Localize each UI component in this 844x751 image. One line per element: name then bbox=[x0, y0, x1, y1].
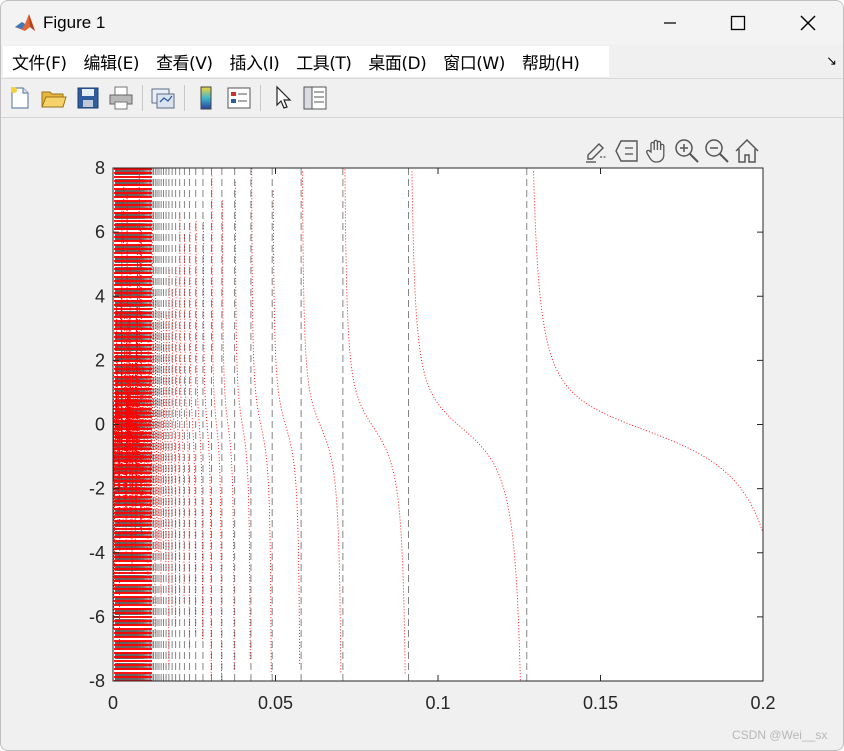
x-tick-label: 0.1 bbox=[425, 693, 450, 713]
x-tick-label: 0.2 bbox=[750, 693, 775, 713]
y-tick-label: -2 bbox=[89, 479, 105, 499]
y-tick-label: 4 bbox=[95, 286, 105, 306]
x-tick-label: 0 bbox=[108, 693, 118, 713]
figure-window: Figure 1 文件(F) 编辑(E) 查看(V) 插入(I) 工具(T) 桌… bbox=[0, 0, 844, 751]
axes-toolbar bbox=[583, 137, 763, 165]
data-tips-icon[interactable] bbox=[613, 137, 641, 165]
x-tick-label: 0.05 bbox=[258, 693, 293, 713]
y-tick-label: -6 bbox=[89, 607, 105, 627]
plot-canvas[interactable]: 0 0.05 0.1 0.15 0.2 8 6 4 2 0 -2 -4 -6 -8 bbox=[1, 1, 843, 750]
y-tick-label: 0 bbox=[95, 415, 105, 435]
zoom-out-icon[interactable] bbox=[703, 137, 731, 165]
x-tick-label: 0.15 bbox=[583, 693, 618, 713]
y-tick-label: -8 bbox=[89, 671, 105, 691]
y-tick-label: -4 bbox=[89, 543, 105, 563]
watermark-text: CSDN @Wei__sx bbox=[732, 728, 828, 742]
zoom-in-icon[interactable] bbox=[673, 137, 701, 165]
brush-icon[interactable] bbox=[583, 137, 611, 165]
y-tick-label: 2 bbox=[95, 350, 105, 370]
axes-background[interactable] bbox=[113, 168, 763, 681]
y-tick-label: 6 bbox=[95, 222, 105, 242]
home-icon[interactable] bbox=[733, 137, 761, 165]
y-tick-label: 8 bbox=[95, 158, 105, 178]
pan-icon[interactable] bbox=[643, 137, 671, 165]
